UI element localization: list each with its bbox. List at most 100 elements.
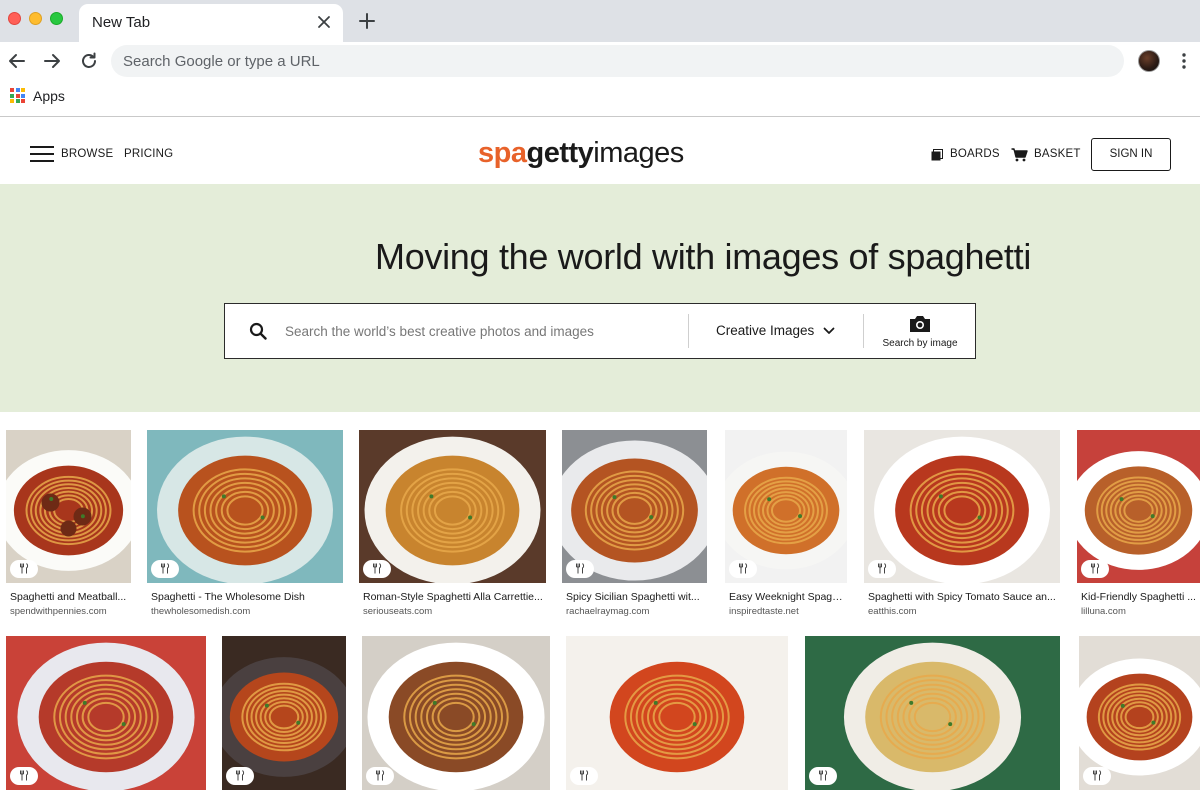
result-card[interactable]: Easy Weeknight Spagh... inspiredtaste.net [725,430,847,622]
result-card[interactable] [1079,636,1200,790]
fork-knife-icon [161,563,170,574]
recipe-badge [366,767,394,785]
result-source: lilluna.com [1081,606,1126,617]
result-source: thewholesomedish.com [151,606,251,617]
boards-icon[interactable] [931,149,943,161]
result-card[interactable]: Roman-Style Spaghetti Alla Carrettie... s… [359,430,546,622]
reload-icon[interactable] [78,50,100,72]
fork-knife-icon [1091,563,1100,574]
result-title[interactable]: Spaghetti - The Wholesome Dish [151,591,341,603]
bookmarks-bar: Apps [0,80,1200,117]
result-title[interactable]: Spaghetti and Meatball... [10,591,129,603]
address-bar[interactable]: Search Google or type a URL [111,45,1124,77]
result-card[interactable]: Kid-Friendly Spaghetti ... lilluna.com [1077,430,1200,622]
recipe-badge [809,767,837,785]
camera-icon[interactable] [909,314,931,333]
result-thumbnail[interactable] [566,636,788,790]
new-tab-icon[interactable] [357,11,377,31]
basket-icon[interactable] [1011,148,1028,162]
logo-part-spa: spa [478,137,527,169]
window-maximize-icon[interactable] [50,12,63,25]
logo-part-getty: getty [526,137,594,169]
recipe-badge [868,560,896,578]
result-source: inspiredtaste.net [729,606,799,617]
search-by-image-button[interactable]: Search by image [876,338,964,349]
recipe-badge [363,560,391,578]
fork-knife-icon [580,770,589,781]
result-card[interactable]: Spaghetti and Meatball... spendwithpennie… [6,430,131,622]
result-source: eatthis.com [868,606,917,617]
result-card[interactable] [222,636,346,790]
result-title[interactable]: Roman-Style Spaghetti Alla Carrettie... [363,591,544,603]
result-thumbnail[interactable] [362,636,550,790]
logo-part-images: images [593,137,684,169]
result-title[interactable]: Kid-Friendly Spaghetti ... [1081,591,1198,603]
back-icon[interactable] [6,50,28,72]
result-card[interactable]: Spaghetti with Spicy Tomato Sauce an... e… [864,430,1060,622]
fork-knife-icon [376,770,385,781]
browser-menu-icon[interactable] [1177,52,1191,70]
result-source: rachaelraymag.com [566,606,650,617]
fork-knife-icon [373,563,382,574]
fork-knife-icon [576,563,585,574]
tab-title: New Tab [92,14,151,31]
search-bar: Creative Images Search by image [224,303,976,359]
apps-bookmark[interactable]: Apps [33,88,65,104]
address-bar-placeholder: Search Google or type a URL [123,53,320,70]
chevron-down-icon[interactable] [823,326,835,336]
recipe-badge [729,560,757,578]
result-source: spendwithpennies.com [10,606,107,617]
result-card[interactable] [6,636,206,790]
recipe-badge [226,767,254,785]
result-title[interactable]: Spaghetti with Spicy Tomato Sauce an... [868,591,1058,603]
result-card[interactable]: Spaghetti - The Wholesome Dish thewholeso… [147,430,343,622]
result-thumbnail[interactable] [6,636,206,790]
fork-knife-icon [20,563,29,574]
sign-in-button[interactable]: SIGN IN [1091,138,1171,171]
fork-knife-icon [819,770,828,781]
basket-link[interactable]: BASKET [1034,148,1081,160]
fork-knife-icon [1093,770,1102,781]
recipe-badge [566,560,594,578]
forward-icon[interactable] [41,50,63,72]
result-title[interactable]: Easy Weeknight Spagh... [729,591,845,603]
window-minimize-icon[interactable] [29,12,42,25]
result-thumbnail[interactable] [359,430,546,583]
result-card[interactable] [566,636,788,790]
result-thumbnail[interactable] [864,430,1060,583]
browser-tab-active[interactable]: New Tab [79,4,343,42]
result-card[interactable] [362,636,550,790]
hamburger-icon[interactable] [30,146,54,164]
hero-title: Moving the world with images of spaghett… [375,236,1032,277]
profile-avatar[interactable] [1138,50,1160,72]
result-title[interactable]: Spicy Sicilian Spaghetti wit... [566,591,705,603]
result-source: seriouseats.com [363,606,433,617]
fork-knife-icon [739,563,748,574]
browser-tabstrip: New Tab [0,0,1200,42]
search-divider [863,314,864,348]
recipe-badge [151,560,179,578]
browser-toolbar: Search Google or type a URL [0,42,1200,80]
site-logo[interactable]: spagettyimages [478,135,684,171]
recipe-badge [1081,560,1109,578]
recipe-badge [10,560,38,578]
result-thumbnail[interactable] [805,636,1060,790]
search-input[interactable] [285,314,685,348]
result-thumbnail[interactable] [147,430,343,583]
pricing-link[interactable]: PRICING [124,148,173,160]
browse-link[interactable]: BROWSE [61,148,113,160]
image-type-select[interactable]: Creative Images [716,323,814,338]
search-icon[interactable] [249,322,267,340]
recipe-badge [10,767,38,785]
site-header: BROWSE PRICING spagettyimages BOARDS BAS… [0,118,1200,184]
apps-grid-icon[interactable] [10,88,25,103]
result-card[interactable] [805,636,1060,790]
tab-close-icon[interactable] [315,13,333,31]
boards-link[interactable]: BOARDS [950,148,1000,160]
hero-banner: Moving the world with images of spaghett… [0,184,1200,412]
search-divider [688,314,689,348]
window-close-icon[interactable] [8,12,21,25]
result-card[interactable]: Spicy Sicilian Spaghetti wit... rachaelra… [562,430,707,622]
recipe-badge [570,767,598,785]
fork-knife-icon [20,770,29,781]
